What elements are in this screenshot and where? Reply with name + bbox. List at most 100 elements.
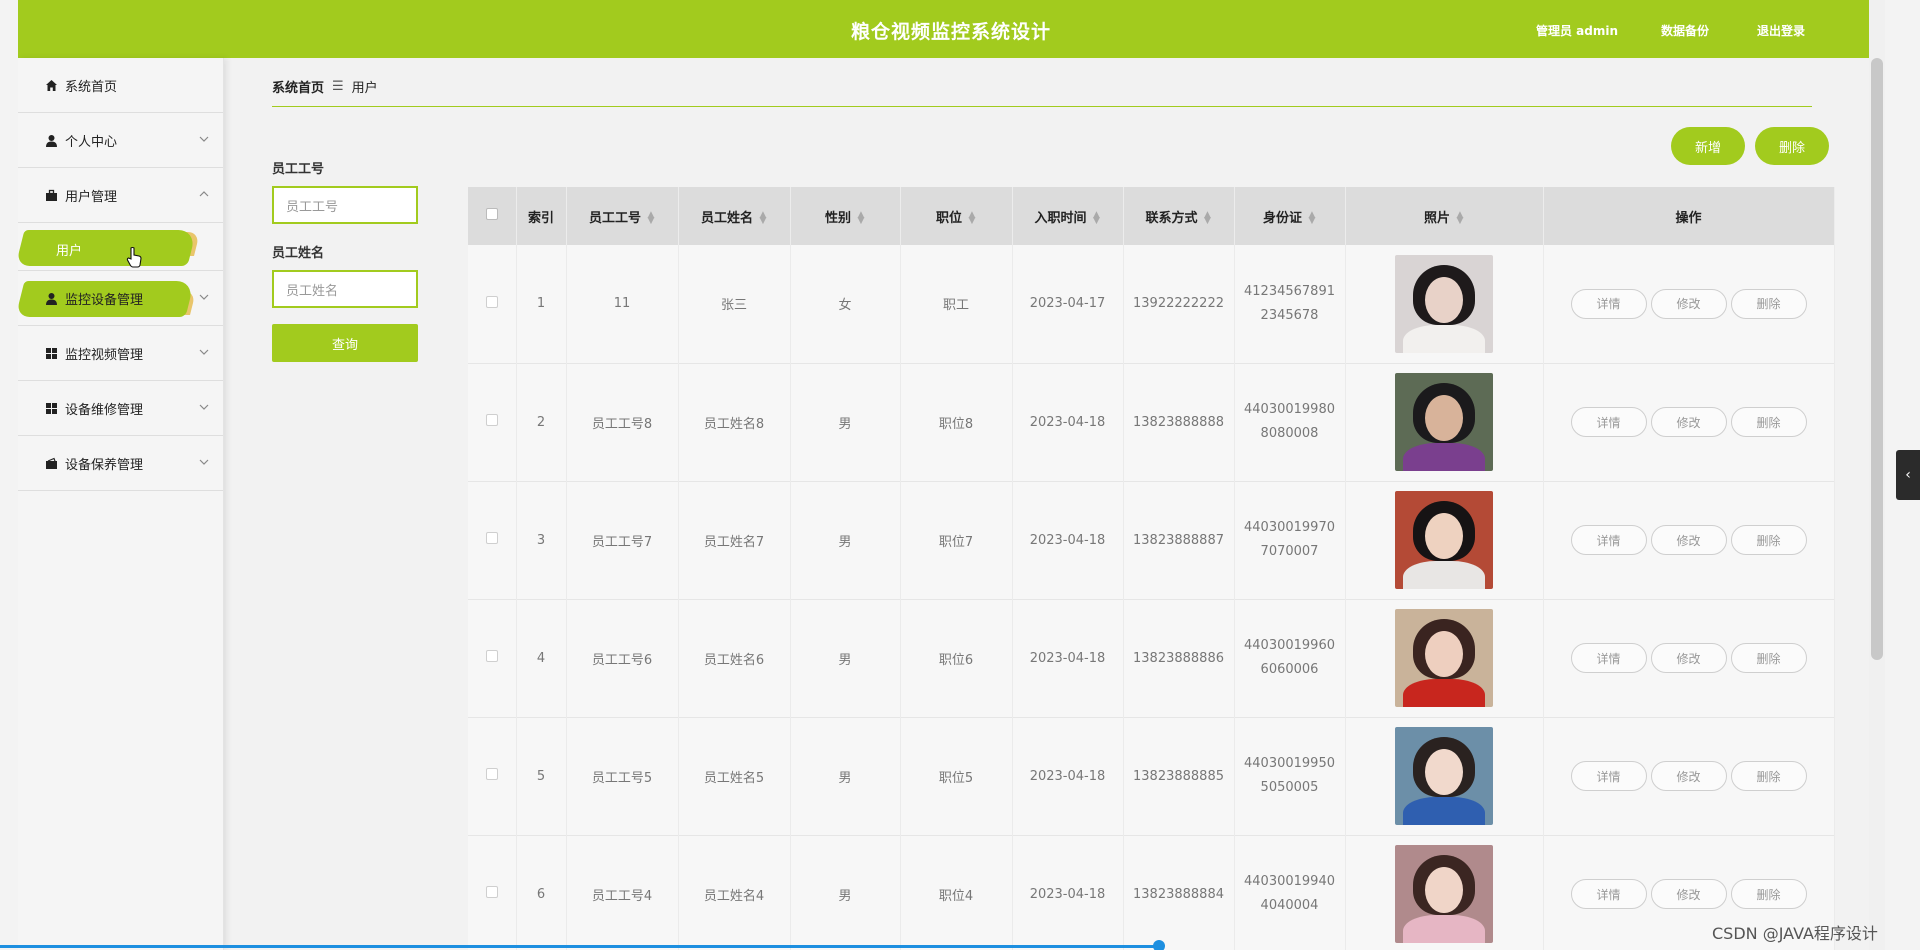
admin-user-label[interactable]: 管理员 admin	[1536, 22, 1618, 39]
employee-photo[interactable]	[1395, 727, 1493, 825]
employee-photo[interactable]	[1395, 845, 1493, 943]
sidebar: 系统首页 个人中心 用户管理 用户 监控设备管理 监控视频管理 设备维修管理 设…	[18, 58, 224, 950]
column-header-label: 入职时间	[1034, 210, 1087, 226]
cell-phone: 13823888888	[1123, 363, 1235, 481]
sidebar-item-home[interactable]: 系统首页	[18, 58, 223, 113]
cell-position: 职工	[900, 245, 1013, 363]
cell-index: 6	[516, 835, 567, 950]
top-header: 粮仓视频监控系统设计 管理员 admin 数据备份 退出登录	[18, 0, 1884, 58]
sidebar-item-user-management[interactable]: 用户管理	[18, 168, 223, 223]
edit-button[interactable]: 修改	[1650, 643, 1727, 673]
scrollbar-thumb[interactable]	[1871, 58, 1883, 660]
column-header[interactable]: 入职时间 ▲ ▼	[1012, 187, 1124, 245]
sidebar-item-label: 监控设备管理	[65, 292, 144, 308]
detail-button[interactable]: 详情	[1570, 407, 1647, 437]
sort-icon[interactable]: ▲ ▼	[1456, 211, 1464, 226]
progress-handle[interactable]	[1153, 940, 1165, 950]
row-checkbox[interactable]	[485, 295, 498, 308]
edit-button[interactable]: 修改	[1650, 407, 1727, 437]
collapse-panel-chevron-left-icon[interactable]: ‹	[1896, 450, 1920, 500]
logout-link[interactable]: 退出登录	[1757, 22, 1805, 39]
sidebar-subitem-user[interactable]: 用户	[18, 223, 223, 271]
row-delete-button[interactable]: 删除	[1730, 407, 1807, 437]
table-row: 4 员工工号6 员工姓名6 男 职位6 2023-04-18 138238888…	[468, 599, 1835, 717]
row-delete-button[interactable]: 删除	[1730, 879, 1807, 909]
row-checkbox[interactable]	[485, 768, 498, 780]
row-checkbox[interactable]	[485, 650, 498, 662]
cell-photo	[1345, 481, 1544, 599]
emp-name-input[interactable]: 员工姓名	[272, 270, 418, 308]
detail-button[interactable]: 详情	[1570, 288, 1647, 319]
cell-actions: 详情 修改 删除	[1543, 599, 1835, 717]
sidebar-item-device-maintenance[interactable]: 设备保养管理	[18, 436, 223, 491]
detail-button[interactable]: 详情	[1570, 879, 1647, 909]
sort-icon[interactable]: ▲ ▼	[857, 211, 865, 226]
cell-hire-date: 2023-04-18	[1012, 599, 1124, 717]
employee-photo[interactable]	[1395, 491, 1493, 589]
edit-button[interactable]: 修改	[1650, 288, 1727, 319]
column-header[interactable]: 身份证 ▲ ▼	[1234, 187, 1346, 245]
sidebar-item-device-repair[interactable]: 设备维修管理	[18, 381, 223, 436]
id-line-1: 44030019950	[1244, 756, 1335, 771]
sidebar-item-personal-center[interactable]: 个人中心	[18, 113, 223, 168]
row-checkbox[interactable]	[485, 532, 498, 544]
employee-photo[interactable]	[1395, 373, 1493, 471]
sort-icon[interactable]: ▲ ▼	[968, 211, 976, 226]
row-checkbox[interactable]	[485, 414, 498, 426]
column-header[interactable]: 员工工号 ▲ ▼	[566, 187, 679, 245]
active-highlight	[18, 230, 197, 266]
data-backup-link[interactable]: 数据备份	[1661, 22, 1709, 39]
detail-button[interactable]: 详情	[1570, 761, 1647, 791]
chevron-up-icon	[199, 189, 209, 199]
sort-icon[interactable]: ▲ ▼	[759, 211, 767, 226]
row-checkbox[interactable]	[485, 886, 498, 898]
column-header[interactable]: 联系方式 ▲ ▼	[1123, 187, 1235, 245]
emp-no-input[interactable]: 员工工号	[272, 186, 418, 224]
row-delete-button[interactable]: 删除	[1730, 525, 1807, 555]
cell-actions: 详情 修改 删除	[1543, 717, 1835, 835]
sort-icon[interactable]: ▲ ▼	[1308, 211, 1316, 226]
column-header[interactable]: 性别 ▲ ▼	[790, 187, 901, 245]
select-all-checkbox[interactable]	[485, 208, 498, 220]
column-header-label: 员工姓名	[700, 210, 753, 226]
row-delete-button[interactable]: 删除	[1730, 288, 1807, 319]
column-header[interactable]: 职位 ▲ ▼	[900, 187, 1013, 245]
cell-id-card: 44030019960 6060006	[1234, 599, 1346, 717]
cell-actions: 详情 修改 删除	[1543, 245, 1835, 363]
search-button[interactable]: 查询	[272, 324, 418, 362]
detail-button[interactable]: 详情	[1570, 643, 1647, 673]
cell-photo	[1345, 835, 1544, 950]
wallet-icon	[44, 456, 58, 470]
video-progress-bar[interactable]	[0, 945, 1160, 948]
edit-button[interactable]: 修改	[1650, 761, 1727, 791]
column-header[interactable]: 员工姓名 ▲ ▼	[678, 187, 791, 245]
cell-photo	[1345, 363, 1544, 481]
sidebar-item-monitor-video[interactable]: 监控视频管理	[18, 326, 223, 381]
add-button[interactable]: 新增	[1671, 127, 1745, 165]
bulk-delete-button[interactable]: 删除	[1755, 127, 1829, 165]
sidebar-item-monitor-device[interactable]: 监控设备管理	[18, 271, 223, 326]
edit-button[interactable]: 修改	[1650, 525, 1727, 555]
cell-name: 员工姓名8	[678, 363, 791, 481]
cell-hire-date: 2023-04-18	[1012, 363, 1124, 481]
detail-button[interactable]: 详情	[1570, 525, 1647, 555]
sort-icon[interactable]: ▲ ▼	[647, 211, 655, 226]
column-header-label: 照片	[1423, 210, 1450, 226]
emp-name-label: 员工姓名	[272, 246, 325, 261]
id-line-1: 44030019980	[1244, 402, 1335, 417]
row-delete-button[interactable]: 删除	[1730, 643, 1807, 673]
sort-icon[interactable]: ▲ ▼	[1093, 211, 1101, 226]
edit-button[interactable]: 修改	[1650, 879, 1727, 909]
sort-icon[interactable]: ▲ ▼	[1204, 211, 1212, 226]
briefcase-icon	[44, 188, 58, 202]
row-delete-button[interactable]: 删除	[1730, 761, 1807, 791]
column-header[interactable]: 照片 ▲ ▼	[1345, 187, 1544, 245]
column-header-label: 职位	[935, 210, 962, 226]
employee-photo[interactable]	[1395, 609, 1493, 707]
id-line-2: 8080008	[1260, 426, 1319, 441]
cell-id-card: 44030019950 5050005	[1234, 717, 1346, 835]
cell-hire-date: 2023-04-17	[1012, 245, 1124, 363]
breadcrumb-home[interactable]: 系统首页	[272, 77, 324, 96]
employee-photo[interactable]	[1395, 254, 1493, 353]
id-line-2: 4040004	[1260, 898, 1319, 913]
